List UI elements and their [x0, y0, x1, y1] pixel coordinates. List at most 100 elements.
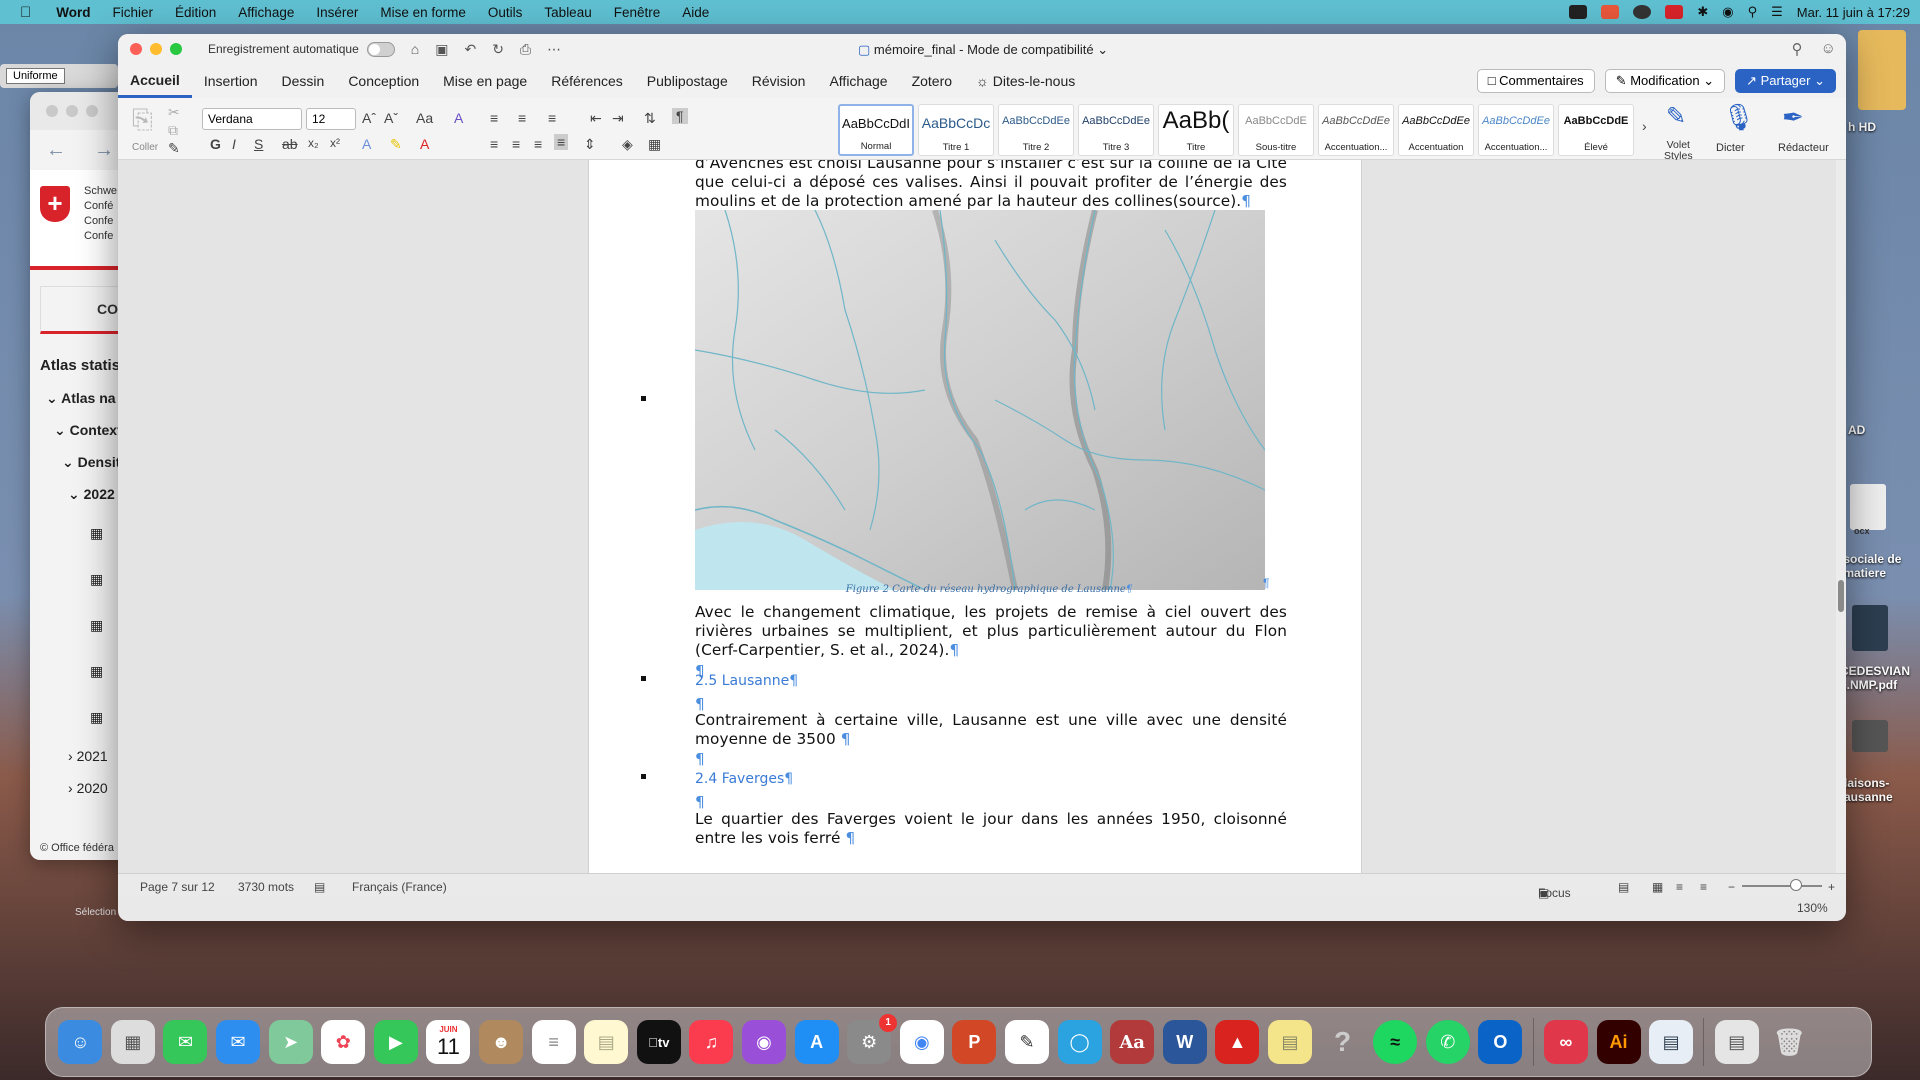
- menu-outils[interactable]: Outils: [477, 5, 534, 20]
- calendar-icon[interactable]: JUIN 11: [426, 1020, 471, 1064]
- align-center-icon[interactable]: ≡: [512, 136, 520, 152]
- editor-pen-icon[interactable]: ✒: [1782, 102, 1804, 133]
- notes-icon[interactable]: ▤: [584, 1020, 629, 1064]
- tab-conception[interactable]: Conception: [336, 64, 431, 98]
- sort-icon[interactable]: ⇅: [644, 110, 656, 127]
- menu-tableau[interactable]: Tableau: [533, 5, 602, 20]
- creative-cloud-icon[interactable]: ∞: [1543, 1020, 1588, 1064]
- menu-fichier[interactable]: Fichier: [102, 5, 165, 20]
- grow-font-icon[interactable]: Aˆ: [362, 110, 376, 126]
- style-titre-2[interactable]: AaBbCcDdEe Titre 2: [998, 104, 1074, 156]
- script-editor-icon[interactable]: ✎: [1004, 1020, 1049, 1064]
- share-people-icon[interactable]: ☺: [1821, 40, 1836, 58]
- search-icon[interactable]: ⚲: [1792, 40, 1803, 58]
- font-size-select[interactable]: 12: [306, 108, 356, 130]
- show-formatting-icon[interactable]: ¶: [672, 108, 688, 124]
- scrollbar-thumb[interactable]: [1838, 580, 1844, 612]
- save-icon[interactable]: ▣: [435, 41, 448, 58]
- document-page[interactable]: d’Avenches est choisi Lausanne pour s’in…: [588, 160, 1362, 873]
- paste-icon[interactable]: ⎘: [132, 104, 153, 136]
- style-sous-titre[interactable]: AaBbCcDdE Sous-titre: [1238, 104, 1314, 156]
- style-accentuation-intense[interactable]: AaBbCcDdEe Accentuation...: [1478, 104, 1554, 156]
- paragraph-lausanne[interactable]: Contrairement à certaine ville, Lausanne…: [695, 711, 1287, 749]
- powerpoint-icon[interactable]: P: [952, 1020, 997, 1064]
- heading-2-5-lausanne[interactable]: 2.5 Lausanne¶: [695, 673, 798, 689]
- uniform-dropdown[interactable]: Uniforme: [6, 68, 65, 84]
- hydrographic-map-image[interactable]: [695, 210, 1265, 590]
- status-app-icon[interactable]: [1569, 5, 1588, 19]
- dictionary-icon[interactable]: Aa: [1110, 1020, 1155, 1064]
- wifi-icon[interactable]: ◉: [1722, 4, 1733, 20]
- borders-icon[interactable]: ▦: [648, 136, 661, 153]
- document-title[interactable]: ▢ mémoire_final - Mode de compatibilité …: [858, 42, 1108, 58]
- word-icon[interactable]: W: [1162, 1020, 1207, 1064]
- change-case-icon[interactable]: Aa: [416, 110, 433, 126]
- figure-caption[interactable]: Figure 2 Carte du réseau hydrographique …: [789, 584, 1189, 595]
- superscript-icon[interactable]: x²: [330, 136, 340, 150]
- finder-icon[interactable]: ☺: [58, 1020, 103, 1064]
- bullets-icon[interactable]: ≡: [490, 110, 498, 126]
- line-spacing-icon[interactable]: ⇕: [584, 136, 596, 153]
- word-count[interactable]: 3730 mots: [238, 880, 294, 894]
- cut-icon[interactable]: ✂: [168, 104, 180, 121]
- illustrator-icon[interactable]: Ai: [1596, 1020, 1641, 1064]
- menu-inserer[interactable]: Insérer: [305, 5, 369, 20]
- tab-insertion[interactable]: Insertion: [192, 64, 270, 98]
- tab-accueil[interactable]: Accueil: [118, 64, 192, 98]
- multilevel-list-icon[interactable]: ≡: [548, 110, 556, 126]
- zoom-in-button[interactable]: +: [1828, 880, 1835, 894]
- subscript-icon[interactable]: x₂: [308, 136, 319, 150]
- style-accentuation-subtle[interactable]: AaBbCcDdEe Accentuation...: [1318, 104, 1394, 156]
- docx-file-icon[interactable]: [1850, 484, 1886, 530]
- control-center-icon[interactable]: ☰: [1771, 4, 1783, 20]
- apple-menu-icon[interactable]: : [0, 4, 45, 21]
- maps-icon[interactable]: ➤: [268, 1020, 313, 1064]
- style-normal[interactable]: AaBbCcDdI Normal: [838, 104, 914, 156]
- decrease-indent-icon[interactable]: ⇤: [590, 110, 602, 127]
- italic-icon[interactable]: I: [232, 136, 236, 152]
- downloads-stack-icon[interactable]: ▤: [1714, 1020, 1759, 1064]
- paragraph-climate[interactable]: Avec le changement climatique, les proje…: [695, 603, 1287, 660]
- security-shield-icon[interactable]: ◯: [1057, 1020, 1102, 1064]
- empty-paragraph[interactable]: ¶: [695, 750, 1287, 769]
- heading-2-4-faverges[interactable]: 2.4 Faverges¶: [695, 771, 793, 787]
- autosave-toggle[interactable]: [366, 41, 395, 57]
- style-accentuation[interactable]: AaBbCcDdEe Accentuation: [1398, 104, 1474, 156]
- menu-app-name[interactable]: Word: [45, 5, 101, 20]
- styles-pane-icon[interactable]: ✎: [1666, 102, 1686, 131]
- print-icon[interactable]: ⎙: [520, 41, 531, 58]
- desktop-file-label[interactable]: CEDESVIAN ...NMP.pdf: [1840, 664, 1910, 692]
- bg-window-close-button[interactable]: [46, 105, 58, 117]
- close-button[interactable]: [130, 43, 142, 55]
- editor-label[interactable]: Rédacteur: [1778, 142, 1829, 154]
- vertical-scrollbar[interactable]: [1836, 160, 1846, 873]
- podcasts-icon[interactable]: ◉: [742, 1020, 787, 1064]
- increase-indent-icon[interactable]: ⇥: [612, 110, 624, 127]
- style-titre-1[interactable]: AaBbCcDc Titre 1: [918, 104, 994, 156]
- clear-format-icon[interactable]: A: [454, 110, 463, 126]
- menu-mise-en-forme[interactable]: Mise en forme: [369, 5, 477, 20]
- desktop-label[interactable]: h HD: [1848, 120, 1876, 134]
- draft-view-icon[interactable]: ≡: [1700, 880, 1707, 894]
- tab-references[interactable]: Références: [539, 64, 635, 98]
- image-thumbnail-icon[interactable]: [1852, 720, 1888, 752]
- style-titre[interactable]: AaBb(Titre: [1158, 104, 1234, 156]
- trash-icon[interactable]: 🗑: [1767, 1020, 1811, 1064]
- launchpad-icon[interactable]: ▦: [110, 1020, 155, 1064]
- style-eleve[interactable]: AaBbCcDdE Élevé: [1558, 104, 1634, 156]
- styles-pane-label[interactable]: Volet Styles: [1664, 140, 1693, 162]
- preview-window-icon[interactable]: ▤: [1649, 1020, 1694, 1064]
- format-painter-icon[interactable]: ✎: [168, 140, 180, 157]
- contacts-icon[interactable]: ☻: [479, 1020, 524, 1064]
- zoom-slider-knob[interactable]: [1790, 879, 1802, 891]
- zoom-slider[interactable]: [1742, 885, 1822, 887]
- zoom-button[interactable]: [170, 43, 182, 55]
- shading-icon[interactable]: ◈: [622, 136, 633, 153]
- whatsapp-icon[interactable]: ✆: [1425, 1020, 1470, 1064]
- status-app-icon[interactable]: [1601, 5, 1620, 19]
- style-titre-3[interactable]: AaBbCcDdEe Titre 3: [1078, 104, 1154, 156]
- editing-mode-button[interactable]: ✎ Modification ⌄: [1604, 69, 1726, 93]
- dictate-label[interactable]: Dicter: [1716, 142, 1745, 154]
- tab-publipostage[interactable]: Publipostage: [635, 64, 740, 98]
- share-button[interactable]: ↗ Partager ⌄: [1735, 69, 1836, 93]
